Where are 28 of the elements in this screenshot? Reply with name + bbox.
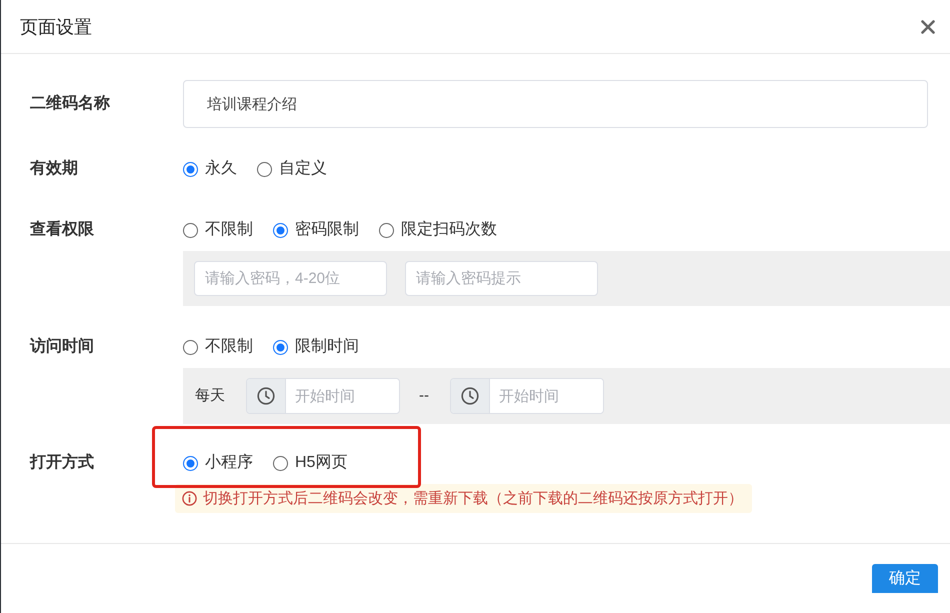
info-icon bbox=[182, 491, 197, 506]
panel-text: 每天 bbox=[194, 386, 226, 406]
clock-icon bbox=[461, 387, 479, 405]
close-icon[interactable] bbox=[921, 20, 935, 34]
panel-text: -- bbox=[418, 386, 430, 406]
radio-option[interactable]: H5网页 bbox=[273, 453, 348, 473]
field-label: 二维码名称 bbox=[30, 93, 111, 114]
text-input[interactable]: 培训课程介绍 bbox=[183, 80, 928, 128]
radio-option[interactable]: 自定义 bbox=[257, 159, 327, 179]
radio-option[interactable]: 小程序 bbox=[183, 453, 253, 473]
warning-text: 切换打开方式后二维码会改变，需重新下载（之前下载的二维码还按原方式打开） bbox=[203, 489, 743, 509]
radio-option[interactable]: 永久 bbox=[183, 159, 237, 179]
field-label: 打开方式 bbox=[30, 453, 95, 473]
clock-icon bbox=[257, 387, 275, 405]
radio-option[interactable]: 限制时间 bbox=[273, 337, 359, 357]
time-input[interactable]: 开始时间 bbox=[450, 378, 604, 414]
confirm-button[interactable]: 确定 bbox=[872, 564, 938, 593]
radio-option[interactable]: 不限制 bbox=[183, 337, 253, 357]
radio-option[interactable]: 不限制 bbox=[183, 220, 253, 240]
time-input[interactable]: 开始时间 bbox=[246, 378, 400, 414]
field-label: 有效期 bbox=[30, 159, 79, 179]
text-input[interactable]: 请输入密码，4-20位 bbox=[194, 261, 387, 296]
radio-option[interactable]: 限定扫码次数 bbox=[379, 220, 497, 240]
dialog-title: 页面设置 bbox=[20, 16, 92, 38]
field-label: 查看权限 bbox=[30, 220, 95, 240]
text-input[interactable]: 请输入密码提示 bbox=[405, 261, 598, 296]
radio-option[interactable]: 密码限制 bbox=[273, 220, 359, 240]
field-label: 访问时间 bbox=[30, 337, 95, 357]
